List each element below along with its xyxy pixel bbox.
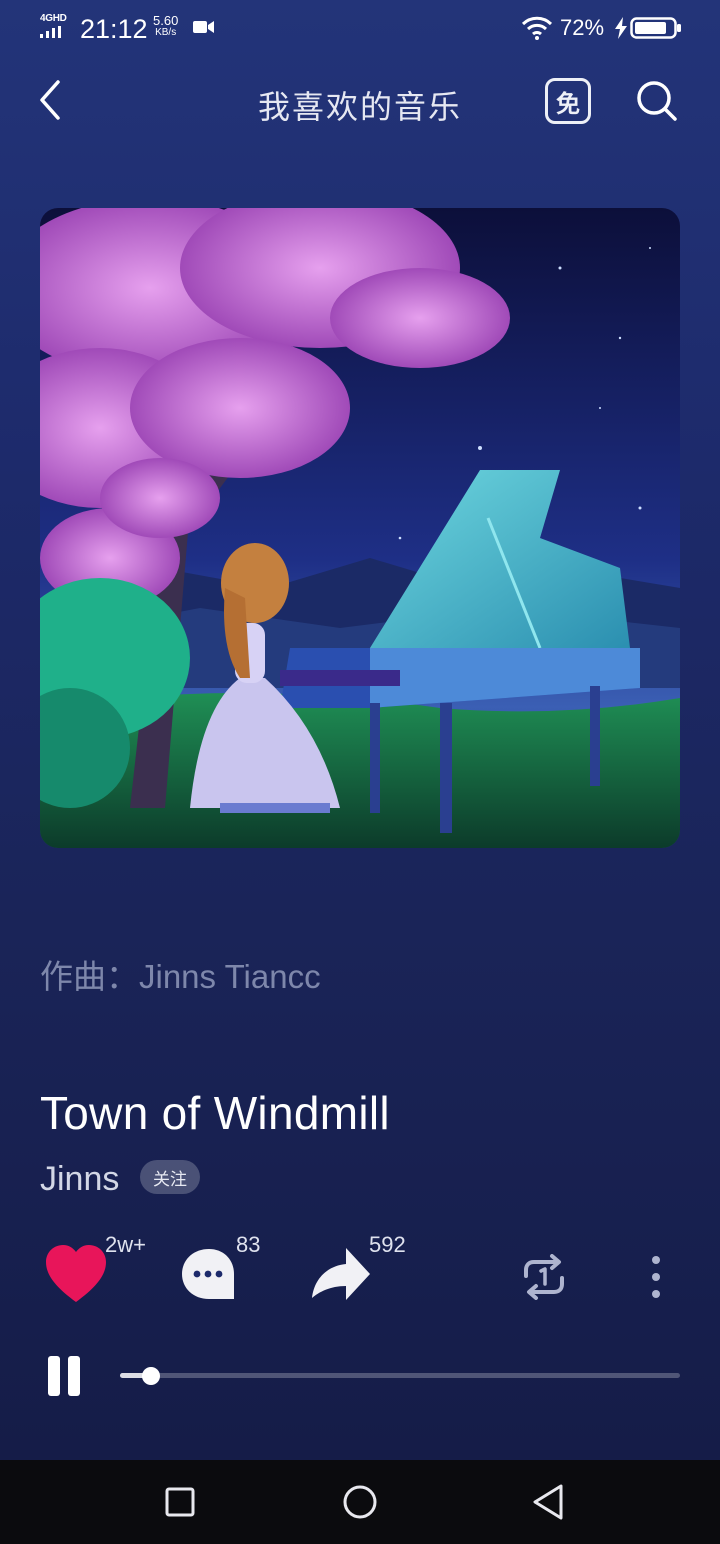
pause-bar-left bbox=[48, 1356, 60, 1396]
recents-icon[interactable] bbox=[158, 1480, 202, 1524]
pause-bar-right bbox=[68, 1356, 80, 1396]
home-icon[interactable] bbox=[338, 1480, 382, 1524]
search-icon[interactable] bbox=[634, 78, 680, 124]
battery-percent: 72% bbox=[560, 15, 605, 40]
network-speed-value: 5.60 bbox=[153, 13, 179, 28]
album-cover bbox=[40, 208, 680, 848]
header: 我喜欢的音乐 免 bbox=[0, 64, 720, 136]
progress-thumb[interactable] bbox=[141, 1367, 160, 1385]
signal-icon bbox=[40, 26, 61, 38]
network-type: 4GHD bbox=[40, 13, 67, 24]
song-title: Town of Windmill bbox=[40, 1087, 390, 1139]
progress-bar[interactable] bbox=[120, 1367, 680, 1385]
share-arrow-icon[interactable] bbox=[310, 1246, 372, 1302]
charging-icon bbox=[615, 17, 627, 39]
share-count: 592 bbox=[369, 1232, 406, 1257]
comment-count: 83 bbox=[236, 1232, 261, 1257]
follow-button[interactable]: 关注 bbox=[140, 1160, 200, 1194]
more-vertical-icon[interactable] bbox=[644, 1254, 668, 1300]
comment-bubble-icon[interactable] bbox=[180, 1247, 238, 1303]
repeat-icon[interactable] bbox=[518, 1254, 570, 1300]
like-count: 2w+ bbox=[105, 1232, 146, 1257]
clock: 21:12 bbox=[80, 14, 148, 44]
back-nav-icon[interactable] bbox=[526, 1480, 570, 1524]
heart-icon[interactable] bbox=[44, 1244, 108, 1304]
status-bar: 4GHD 21:12 5.60 KB/s 72% bbox=[0, 0, 720, 56]
composer-credit: 作曲：Jinns Tiancc bbox=[40, 958, 321, 995]
wifi-icon bbox=[521, 16, 553, 40]
network-speed-unit: KB/s bbox=[155, 27, 177, 38]
album-illustration bbox=[40, 208, 680, 848]
battery-icon bbox=[630, 17, 681, 39]
pause-icon[interactable] bbox=[44, 1354, 84, 1398]
system-nav-bar bbox=[0, 1460, 720, 1544]
camera-icon bbox=[193, 21, 214, 33]
free-badge-button[interactable]: 免 bbox=[545, 78, 591, 124]
page-title: 我喜欢的音乐 bbox=[257, 89, 462, 125]
network-speed: 5.60 KB/s bbox=[153, 13, 179, 39]
artist-name[interactable]: Jinns bbox=[40, 1160, 119, 1199]
